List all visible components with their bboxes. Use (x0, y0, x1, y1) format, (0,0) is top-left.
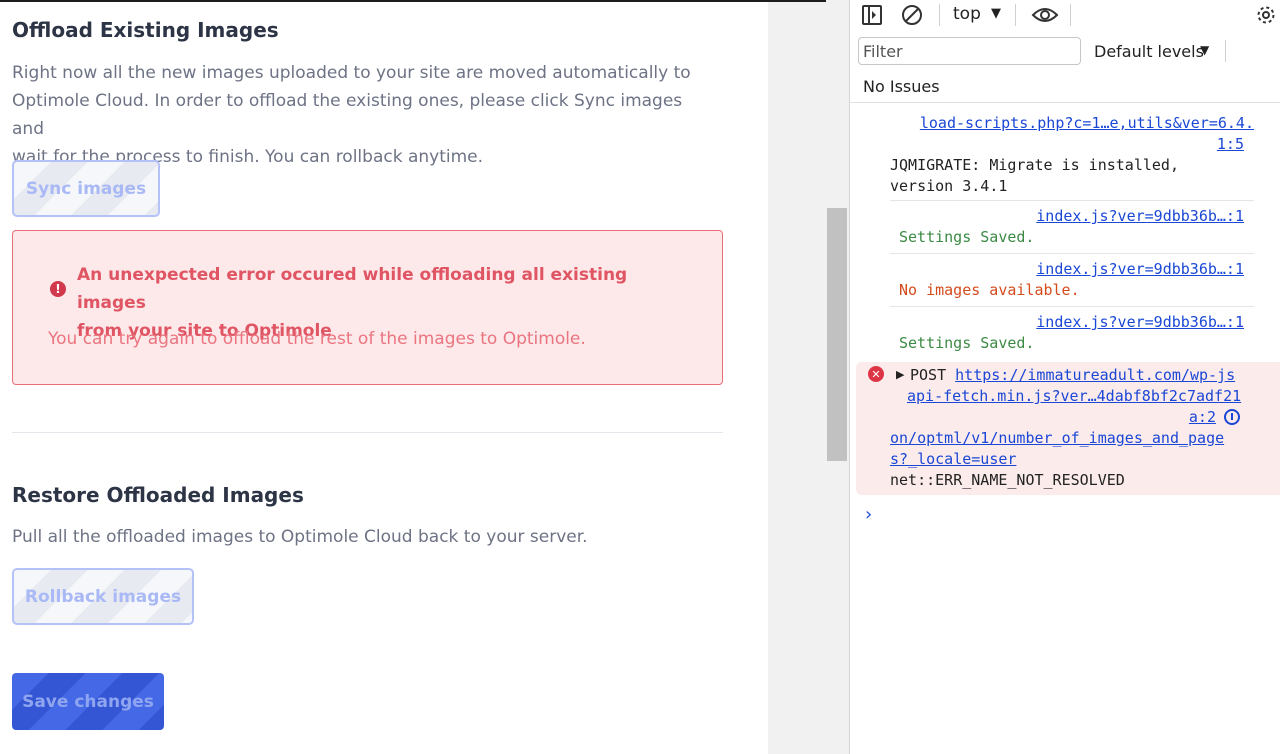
log-text-line-2: version 3.4.1 (890, 177, 1008, 195)
console-filter-input[interactable] (858, 37, 1081, 65)
console-message: index.js?ver=9dbb36b…:1 Settings Saved. (890, 206, 1254, 248)
toolbar-separator (1225, 40, 1226, 62)
source-link[interactable]: index.js?ver=9dbb36b…:1 (1036, 207, 1244, 225)
settings-panel: Offload Existing Images Right now all th… (0, 0, 768, 754)
log-text: No images available. (899, 281, 1080, 299)
sidebar-toggle-icon[interactable] (860, 3, 884, 27)
issues-divider (850, 102, 1280, 103)
error-circle-icon: ✕ (868, 366, 884, 382)
offload-title: Offload Existing Images (12, 18, 279, 42)
live-expression-eye-icon[interactable] (1030, 3, 1060, 27)
source-link[interactable]: load-scripts.php?c=1…e,utils&ver=6.4. (920, 114, 1254, 132)
settings-gear-icon[interactable] (1254, 3, 1278, 27)
offload-error-notice: ! An unexpected error occured while offl… (12, 230, 723, 385)
console-message: index.js?ver=9dbb36b…:1 Settings Saved. (890, 312, 1254, 354)
console-message: index.js?ver=9dbb36b…:1 No images availa… (890, 259, 1254, 301)
offload-desc-line-2: Optimole Cloud. In order to offload the … (12, 91, 683, 139)
save-changes-button[interactable]: Save changes (12, 673, 164, 730)
log-separator (890, 306, 1254, 307)
context-caret-icon[interactable]: ▼ (991, 6, 1001, 21)
sync-images-button[interactable]: Sync images (12, 160, 160, 217)
log-separator (890, 253, 1254, 254)
request-method: POST (910, 366, 947, 384)
log-text-line-1: JQMIGRATE: Migrate is installed, (890, 156, 1179, 174)
error-text: net::ERR_NAME_NOT_RESOLVED (890, 471, 1125, 489)
error-message: You can try again to offload the rest of… (48, 329, 586, 349)
levels-caret-icon[interactable]: ▼ (1200, 43, 1209, 57)
network-request-icon[interactable] (1224, 409, 1240, 425)
toolbar-separator (1015, 4, 1016, 26)
console-prompt-icon[interactable]: › (865, 504, 872, 525)
log-separator (890, 200, 1254, 201)
section-divider (12, 432, 723, 433)
offload-description: Right now all the new images uploaded to… (12, 59, 712, 171)
request-url-cont[interactable]: on/optml/v1/number_of_images_and_page (890, 429, 1224, 447)
error-source-link[interactable]: api-fetch.min.js?ver…4dabf8bf2c7adf21 (907, 387, 1241, 405)
error-title-line-1: An unexpected error occured while offloa… (77, 265, 628, 313)
restore-description: Pull all the offloaded images to Optimol… (12, 527, 588, 547)
context-selector[interactable]: top (953, 4, 981, 24)
log-text: Settings Saved. (899, 334, 1035, 352)
issues-counter[interactable]: No Issues (863, 77, 940, 96)
toolbar-separator (939, 4, 940, 26)
error-icon: ! (50, 281, 66, 297)
request-url[interactable]: https://immatureadult.com/wp-js (955, 366, 1235, 384)
source-link-line[interactable]: 1:5 (1217, 135, 1244, 153)
restore-title: Restore Offloaded Images (12, 483, 304, 507)
source-link[interactable]: index.js?ver=9dbb36b…:1 (1036, 260, 1244, 278)
toolbar-separator (1070, 4, 1071, 26)
clear-console-icon[interactable] (900, 3, 924, 27)
scrollbar-thumb[interactable] (827, 208, 847, 461)
console-message: load-scripts.php?c=1…e,utils&ver=6.4. 1:… (890, 113, 1254, 197)
request-url-end[interactable]: s?_locale=user (890, 450, 1016, 468)
top-border (768, 0, 826, 2)
devtools-console: top ▼ Default levels ▼ No Issues load-sc… (850, 0, 1280, 754)
source-link[interactable]: index.js?ver=9dbb36b…:1 (1036, 313, 1244, 331)
log-text: Settings Saved. (899, 228, 1035, 246)
console-error-message: POST https://immatureadult.com/wp-js api… (890, 365, 1254, 491)
error-source-line[interactable]: a:2 (1189, 408, 1216, 426)
offload-desc-line-1: Right now all the new images uploaded to… (12, 63, 691, 83)
log-levels-dropdown[interactable]: Default levels (1094, 42, 1204, 61)
rollback-images-button[interactable]: Rollback images (12, 568, 194, 625)
